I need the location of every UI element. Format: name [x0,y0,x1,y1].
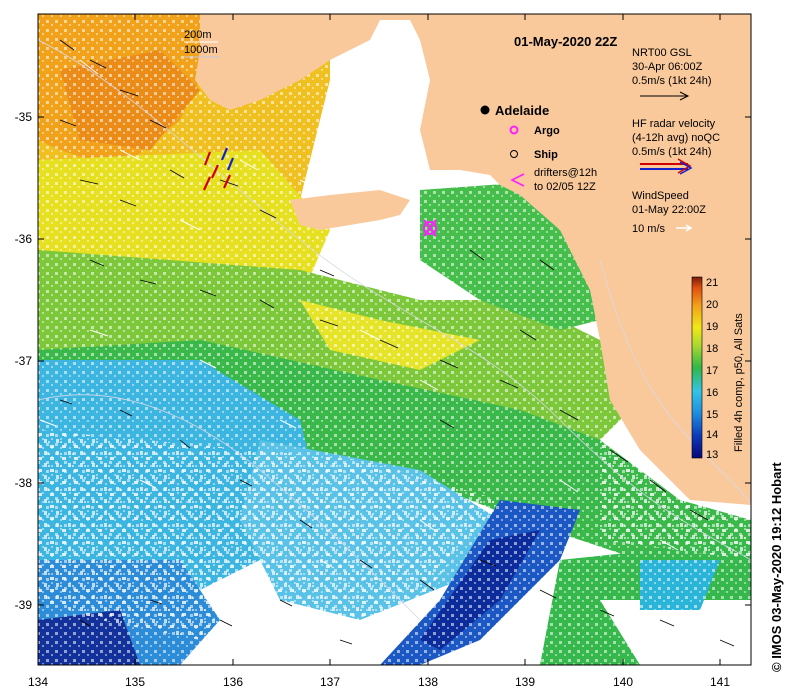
y-axis-labels: -35 -36 -37 -38 -39 [15,110,33,612]
y-tick-37: -37 [15,354,33,368]
ship-legend-label: Ship [534,149,558,161]
x-tick-138: 138 [418,675,438,689]
nrt-title: NRT00 GSL [632,47,692,59]
x-axis-labels: 134 135 136 137 138 139 140 141 [28,675,730,689]
nrt-scale: 0.5m/s (1kt 24h) [632,75,711,87]
wind-date: 01-May 22:00Z [632,204,706,216]
cbar-tick-15: 15 [706,409,718,421]
colorbar-ramp [691,276,703,459]
x-tick-139: 139 [515,675,535,689]
adelaide-label: Adelaide [495,103,549,118]
map-title: 01-May-2020 22Z [514,34,617,49]
y-tick-36: -36 [15,232,33,246]
x-tick-141: 141 [710,675,730,689]
argo-legend-label: Argo [534,125,560,137]
hf-scale: 0.5m/s (1kt 24h) [632,146,711,158]
x-tick-140: 140 [613,675,633,689]
wind-scale: 10 m/s [632,223,666,235]
credit-text: © IMOS 03-May-2020 19:12 Hobart [769,462,784,672]
cbar-tick-21: 21 [706,277,718,289]
sst-field [38,14,751,665]
sst-map: 134 135 136 137 138 139 140 141 -35 -36 … [15,13,784,689]
hf-sub: (4-12h avg) noQC [632,132,720,144]
x-tick-137: 137 [320,675,340,689]
cbar-tick-16: 16 [706,387,718,399]
y-tick-38: -38 [15,476,33,490]
nrt-date: 30-Apr 06:00Z [632,61,703,73]
drifters-legend-line1: drifters@12h [534,167,597,179]
x-tick-136: 136 [223,675,243,689]
colorbar-label: Filled 4h comp, p50, All Sats [733,313,745,452]
adelaide-marker [480,105,490,115]
y-tick-39: -39 [15,598,33,612]
y-tick-35: -35 [15,110,33,124]
cbar-tick-14: 14 [706,429,718,441]
x-tick-135: 135 [125,675,145,689]
isobath-200-label: 200m [184,29,212,41]
wind-title: WindSpeed [632,190,689,202]
drifters-legend-line2: to 02/05 12Z [534,181,596,193]
cbar-tick-20: 20 [706,299,718,311]
cbar-tick-13: 13 [706,449,718,461]
isobath-1000-label: 1000m [184,44,218,56]
x-tick-134: 134 [28,675,48,689]
cbar-tick-18: 18 [706,343,718,355]
cbar-tick-19: 19 [706,321,718,333]
cbar-tick-17: 17 [706,365,718,377]
hf-title: HF radar velocity [632,118,716,130]
